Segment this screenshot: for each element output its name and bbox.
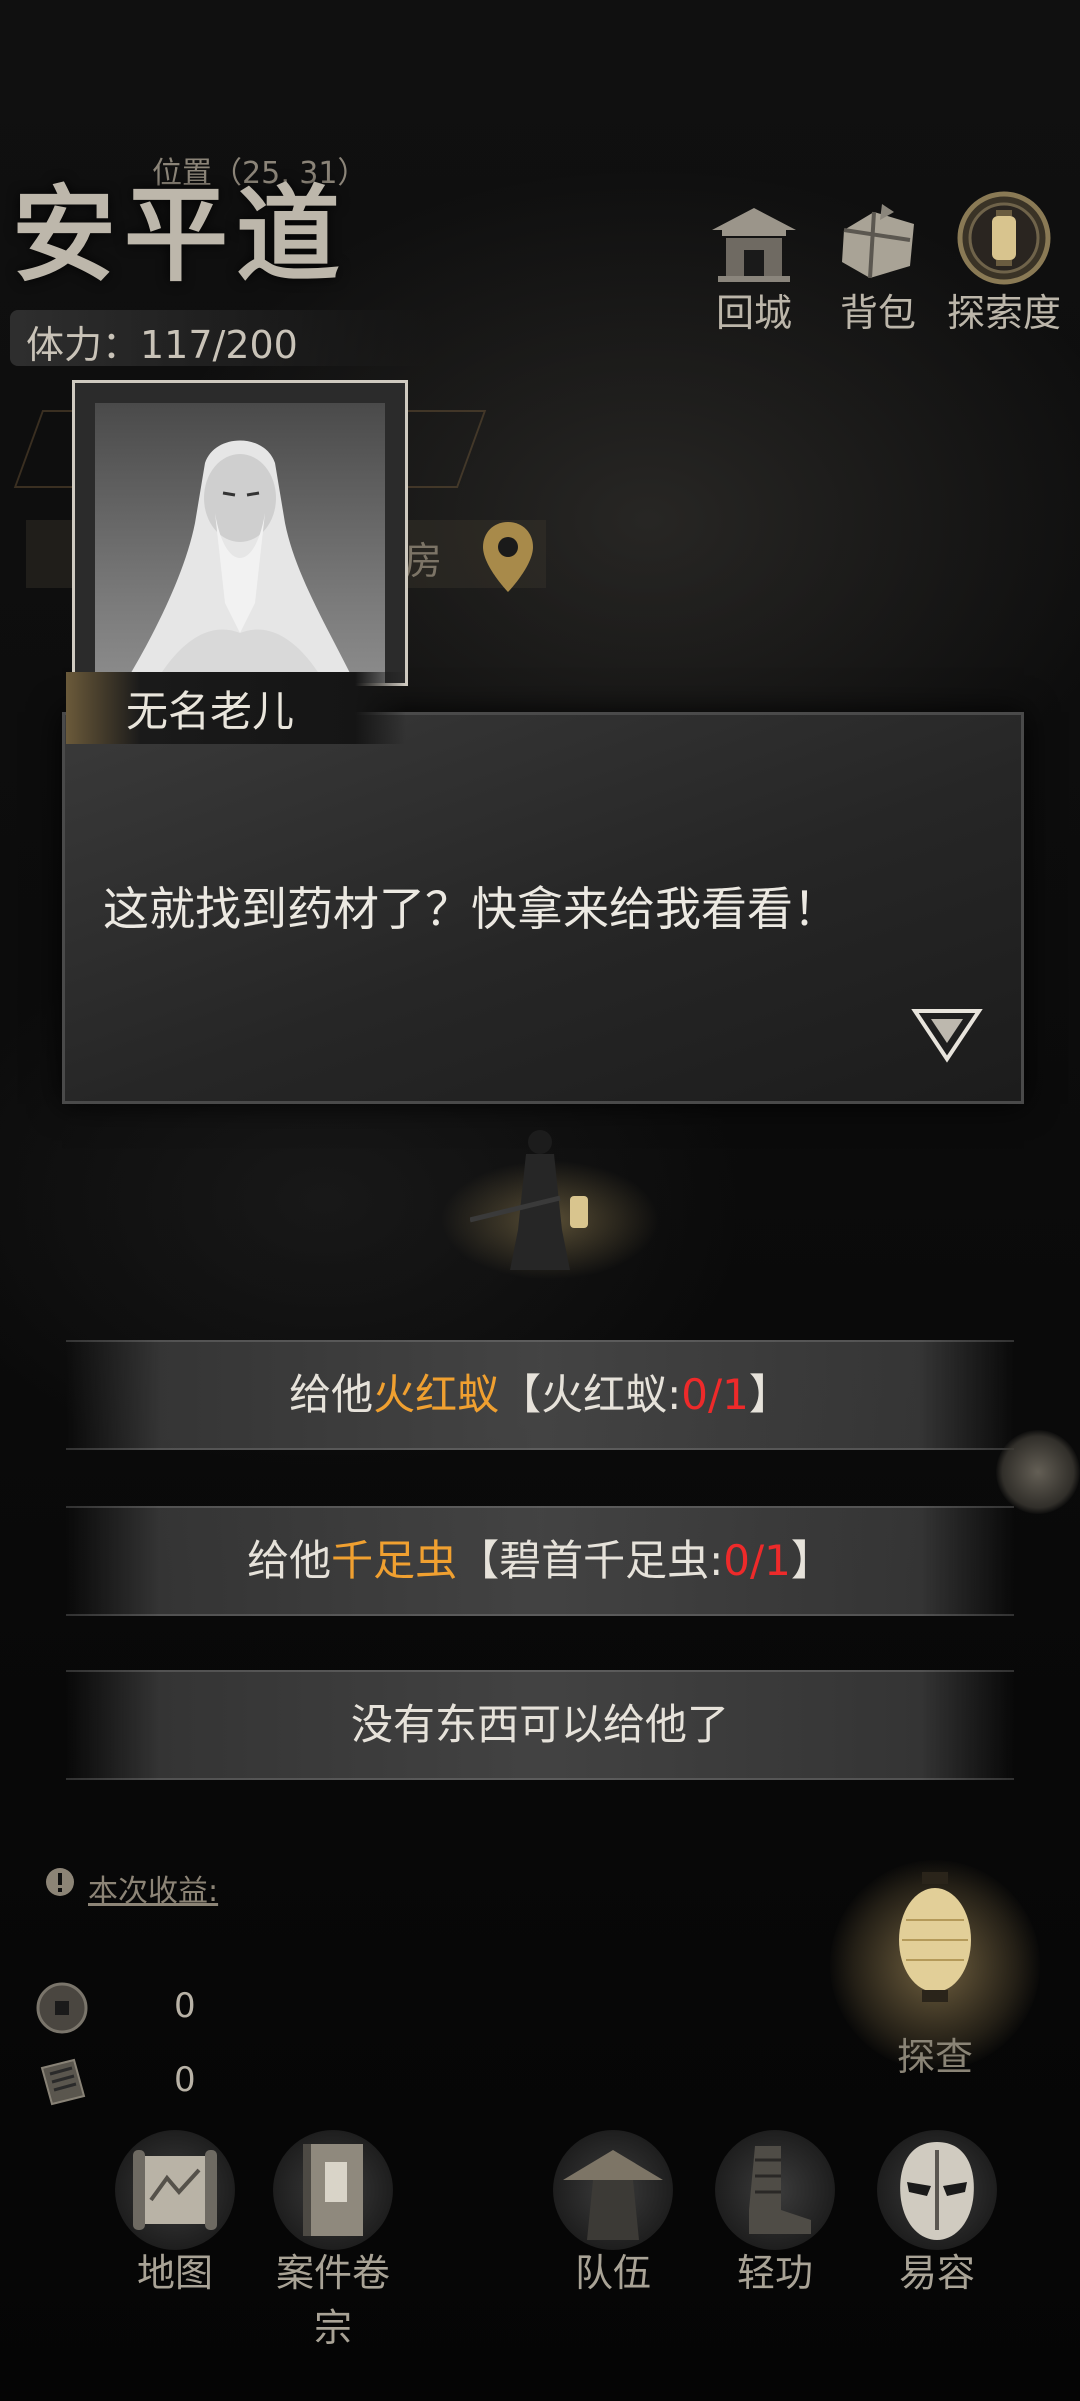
- location-title: 安平道: [12, 173, 349, 296]
- city-gate-icon: [706, 190, 802, 286]
- boots-icon: [715, 2130, 835, 2250]
- player-character: [469, 1120, 610, 1280]
- nav-lightness-skill-label: 轻功: [736, 2251, 813, 2295]
- nav-case-files-label: 案件卷宗: [275, 2251, 390, 2350]
- choice-item-name: 千足虫: [331, 1536, 458, 1585]
- choice-item-name: 火红蚁: [373, 1370, 500, 1419]
- case-file-icon: [273, 2130, 393, 2250]
- choice-nothing-to-give[interactable]: 没有东西可以给他了: [66, 1670, 1014, 1780]
- continue-arrow-icon[interactable]: [911, 1005, 983, 1065]
- lantern-medallion-icon: [956, 190, 1052, 286]
- required-item-name: 碧首千足虫:: [499, 1536, 724, 1585]
- stamina-text: 体力：117/200: [26, 323, 298, 367]
- team-hat-icon: [553, 2130, 673, 2250]
- warning-icon: [44, 1866, 76, 1898]
- side-swirl-button[interactable]: [996, 1430, 1080, 1514]
- dialog-text: 这就找到药材了？快拿来给我看看！: [103, 882, 839, 936]
- book-icon: [40, 2058, 86, 2106]
- earnings-scrolls-row: 0: [34, 2054, 254, 2110]
- nav-lightness-skill[interactable]: 轻功: [700, 2130, 850, 2297]
- choice-text: 没有东西可以给他了: [350, 1700, 729, 1749]
- location-pin-icon[interactable]: [480, 520, 536, 594]
- backpack-button[interactable]: 背包: [818, 190, 938, 337]
- old-man-icon: [125, 440, 355, 683]
- investigate-button[interactable]: 探查: [830, 1860, 1040, 2079]
- nav-disguise[interactable]: 易容: [862, 2130, 1012, 2297]
- bracket-open: 【: [499, 1370, 542, 1419]
- required-item-count: 0/1: [681, 1370, 749, 1419]
- required-item-count: 0/1: [723, 1536, 791, 1585]
- bundle-bag-icon: [830, 190, 926, 286]
- nav-team[interactable]: 队伍: [538, 2130, 688, 2297]
- investigate-label: 探查: [896, 2035, 973, 2079]
- speaker-name: 无名老儿: [126, 687, 295, 736]
- speaker-name-plate: 无名老儿: [66, 672, 406, 744]
- lantern-icon: [899, 1872, 971, 2002]
- obscured-room-text: 房: [404, 539, 443, 583]
- scrolls-value: 0: [174, 2060, 196, 2100]
- required-item-name: 火红蚁:: [541, 1370, 682, 1419]
- coins-value: 0: [174, 1986, 196, 2026]
- map-scroll-icon: [115, 2130, 235, 2250]
- earnings-coins-row: 0: [34, 1980, 254, 2036]
- earnings-title: 本次收益:: [88, 1874, 219, 1909]
- nav-case-files[interactable]: 案件卷宗: [258, 2130, 408, 2352]
- nav-map[interactable]: 地图: [100, 2130, 250, 2297]
- npc-portrait: [72, 380, 408, 686]
- dialog-box[interactable]: 这就找到药材了？快拿来给我看看！: [62, 712, 1024, 1104]
- choice-give-centipede[interactable]: 给他千足虫【碧首千足虫:0/1】: [66, 1506, 1014, 1616]
- backpack-label: 背包: [839, 291, 916, 335]
- return-city-button[interactable]: 回城: [694, 190, 814, 337]
- bracket-close: 】: [790, 1536, 833, 1585]
- choice-prefix: 给他: [247, 1536, 332, 1585]
- return-city-label: 回城: [715, 291, 792, 335]
- stamina-bar: 体力：117/200: [10, 310, 430, 367]
- bracket-close: 】: [748, 1370, 791, 1419]
- bracket-open: 【: [457, 1536, 500, 1585]
- choice-give-fire-ant[interactable]: 给他火红蚁【火红蚁:0/1】: [66, 1340, 1014, 1450]
- nav-team-label: 队伍: [574, 2251, 651, 2295]
- exploration-button[interactable]: 探索度: [944, 190, 1064, 337]
- coin-icon: [36, 1982, 88, 2034]
- exploration-label: 探索度: [946, 291, 1061, 335]
- nav-disguise-label: 易容: [898, 2251, 975, 2295]
- nav-map-label: 地图: [136, 2251, 213, 2295]
- mask-icon: [877, 2130, 997, 2250]
- choice-prefix: 给他: [289, 1370, 374, 1419]
